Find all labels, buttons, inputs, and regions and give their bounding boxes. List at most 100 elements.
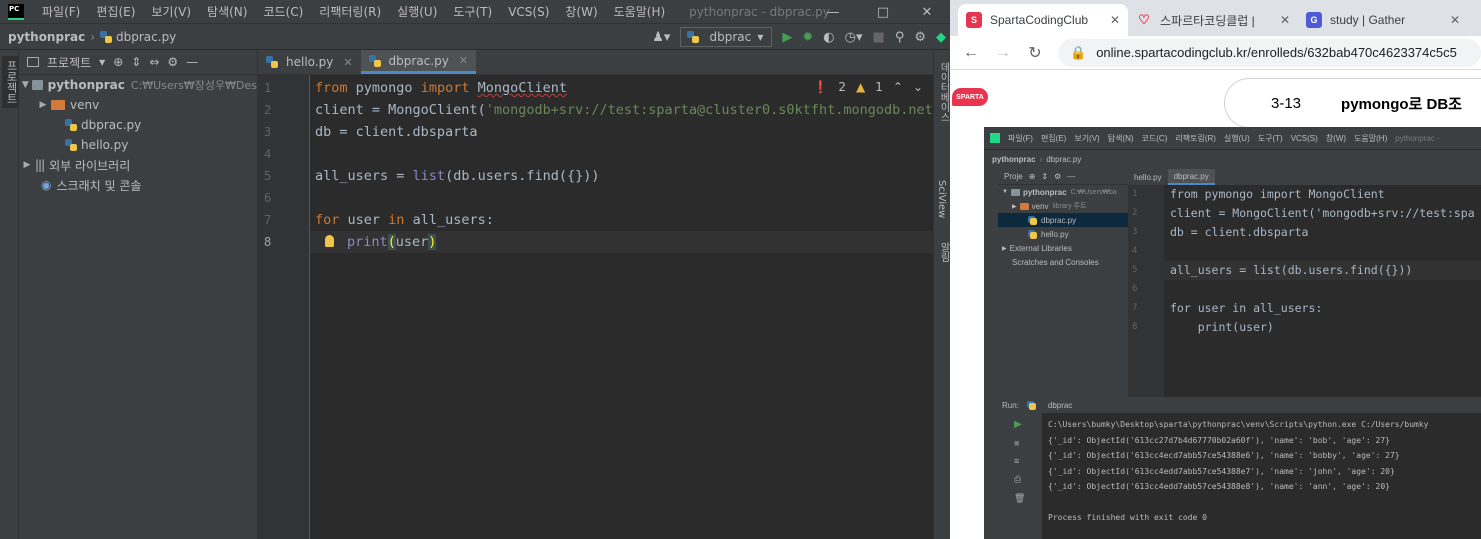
locate-icon[interactable]: ⊕ — [113, 55, 123, 69]
menu-tools[interactable]: 도구(T) — [445, 3, 500, 20]
maximize-icon[interactable]: □ — [860, 0, 906, 24]
tree-scratches[interactable]: ◉ 스크래치 및 콘솔 — [19, 175, 257, 195]
profile-icon[interactable]: ◷▾ — [845, 30, 863, 45]
menu-vcs[interactable]: VCS(S) — [500, 5, 557, 19]
line-number: 4 — [1132, 246, 1138, 256]
expand-all-icon[interactable]: ⇕ — [131, 55, 141, 69]
tab-hello[interactable]: hello.py ✕ — [258, 50, 361, 74]
menu-view[interactable]: 보기(V) — [143, 3, 199, 20]
project-panel-title[interactable]: 프로젝트 — [47, 54, 91, 71]
panel-icon — [27, 57, 39, 67]
lock-icon[interactable]: 🔒 — [1070, 45, 1086, 61]
python-file-icon — [687, 31, 700, 43]
url-text: online.spartacodingclub.kr/enrolleds/632… — [1096, 45, 1457, 60]
embedded-tree-scratches: Scratches and Consoles — [998, 255, 1128, 269]
pycharm-logo: PC — [8, 3, 24, 20]
chevron-right-icon[interactable]: ▶ — [19, 160, 35, 170]
embedded-breadcrumb: pythonprac › dbprac.py — [984, 149, 1481, 169]
menu-run[interactable]: 실행(U) — [389, 3, 445, 20]
browser-tab[interactable]: G study | Gather ✕ — [1298, 4, 1468, 36]
close-icon[interactable]: ✕ — [904, 0, 950, 24]
python-file-icon — [65, 119, 77, 131]
forward-arrow-icon[interactable]: → — [994, 44, 1012, 62]
tree-item-label: 외부 라이브러리 — [49, 158, 131, 173]
output-line: {'_id': ObjectId('613cc4edd7abb57ce54388… — [1048, 466, 1395, 476]
address-bar: ← → ↻ 🔒 online.spartacodingclub.kr/enrol… — [950, 36, 1481, 70]
run-icon[interactable]: ▶ — [782, 30, 792, 45]
chevron-down-icon[interactable]: ⌄ — [913, 80, 923, 94]
code-line-current[interactable]: print(user) — [310, 231, 933, 253]
tree-item-venv[interactable]: ▶ venv — [19, 95, 257, 115]
stop-icon[interactable]: ■ — [873, 30, 885, 45]
menu-refactor[interactable]: 리팩터링(R) — [311, 3, 389, 20]
menu-file[interactable]: 파일(F) — [34, 3, 88, 20]
inspection-widget[interactable]: ❗ 2 ▲ 1 ⌃ ⌄ — [813, 80, 923, 94]
sparta-logo[interactable]: SPARTA — [952, 88, 988, 106]
menu-window[interactable]: 창(W) — [557, 3, 605, 20]
code-line[interactable]: client = MongoClient('mongodb+srv://test… — [310, 99, 933, 121]
chevron-down-icon[interactable]: ▾ — [99, 55, 105, 69]
coverage-icon[interactable]: ◐ — [823, 30, 834, 45]
close-icon[interactable]: ✕ — [343, 56, 352, 69]
embedded-menu-item: 리팩토링(R) — [1175, 133, 1216, 143]
tab-label: dbprac.py — [388, 53, 449, 68]
error-icon: ❗ — [813, 80, 829, 94]
tree-item-hello[interactable]: hello.py — [19, 135, 257, 155]
tree-item-dbprac[interactable]: dbprac.py — [19, 115, 257, 135]
search-icon[interactable]: ⚲ — [895, 30, 905, 45]
embedded-run-label: Run: — [1002, 400, 1019, 410]
chevron-up-icon[interactable]: ⌃ — [893, 80, 903, 94]
lightbulb-icon[interactable] — [325, 235, 334, 247]
breadcrumb-file[interactable]: dbprac.py — [116, 30, 176, 44]
project-tool-button[interactable]: 프로젝트 — [2, 56, 20, 108]
debug-icon[interactable]: ✹ — [802, 30, 813, 45]
breadcrumb-project[interactable]: pythonprac — [8, 30, 85, 44]
close-icon[interactable]: ✕ — [1450, 13, 1460, 27]
collapse-all-icon[interactable]: ⇔ — [149, 55, 159, 69]
tab-dbprac[interactable]: dbprac.py ✕ — [360, 50, 477, 74]
code-text: (db.users.find({})) — [445, 168, 600, 184]
menu-code[interactable]: 코드(C) — [255, 3, 311, 20]
code-line[interactable]: all_users = list(db.users.find({})) — [310, 165, 933, 187]
menu-navigate[interactable]: 탐색(N) — [199, 3, 255, 20]
menu-help[interactable]: 도움말(H) — [606, 3, 674, 20]
sciview-tool-button[interactable]: SciView — [936, 180, 947, 218]
embedded-file-label: dbprac.py — [1041, 215, 1077, 225]
plugin-icon[interactable]: ◆ — [936, 30, 946, 45]
embedded-run-toolbar: ▶ ■ ≡ ⎙ 🗑 — [998, 413, 1042, 539]
back-arrow-icon[interactable]: ← — [962, 44, 980, 62]
notifications-tool-button[interactable]: 알림 — [936, 242, 951, 262]
gear-icon[interactable]: ⚙ — [167, 55, 178, 69]
code-line[interactable]: for user in all_users: — [310, 209, 933, 231]
reload-icon[interactable]: ↻ — [1026, 43, 1044, 63]
tree-external-libraries[interactable]: ▶ ||| 외부 라이브러리 — [19, 155, 257, 175]
code-area[interactable]: from pymongo import MongoClient client =… — [310, 75, 933, 539]
tree-item-label: dbprac.py — [81, 118, 142, 132]
embedded-external-label: External Libraries — [1009, 243, 1072, 253]
run-config-select[interactable]: dbprac ▾ — [680, 27, 773, 47]
close-icon[interactable]: ✕ — [1280, 13, 1290, 27]
user-icon[interactable]: ♟▾ — [652, 30, 670, 45]
wrap-icon: ≡ — [1014, 456, 1020, 466]
warning-icon: ▲ — [856, 80, 866, 94]
tree-root[interactable]: ▼ pythonprac C:₩Users₩장성우₩Des — [19, 75, 257, 95]
minimize-icon[interactable]: — — [810, 0, 856, 24]
chevron-down-icon[interactable]: ▼ — [19, 80, 32, 90]
browser-tab[interactable]: ♡ 스파르타코딩클럽 | ✕ — [1128, 4, 1298, 36]
menu-edit[interactable]: 편집(E) — [88, 3, 143, 20]
chevron-right-icon[interactable]: ▶ — [35, 100, 51, 110]
embedded-editor: hello.py dbprac.py 1 2 3 4 5 6 7 8 from … — [1128, 169, 1481, 425]
database-tool-button[interactable]: 데이터베이스 — [936, 62, 951, 122]
keyword: for — [315, 212, 340, 228]
embedded-tree-hello: hello.py — [998, 227, 1128, 241]
close-icon[interactable]: ✕ — [459, 54, 468, 67]
url-input[interactable]: 🔒 online.spartacodingclub.kr/enrolleds/6… — [1058, 38, 1481, 67]
browser-tab[interactable]: S SpartaCodingClub ✕ — [958, 4, 1128, 36]
close-icon[interactable]: ✕ — [1110, 13, 1120, 27]
output-line: {'_id': ObjectId('613cc27d7b4d67770b02a6… — [1048, 435, 1390, 445]
gear-icon[interactable]: ⚙ — [914, 30, 926, 45]
code-line[interactable]: db = client.dbsparta — [310, 121, 933, 143]
hide-icon[interactable]: — — [186, 55, 198, 69]
embedded-editor-tabs: hello.py dbprac.py — [1128, 169, 1481, 185]
